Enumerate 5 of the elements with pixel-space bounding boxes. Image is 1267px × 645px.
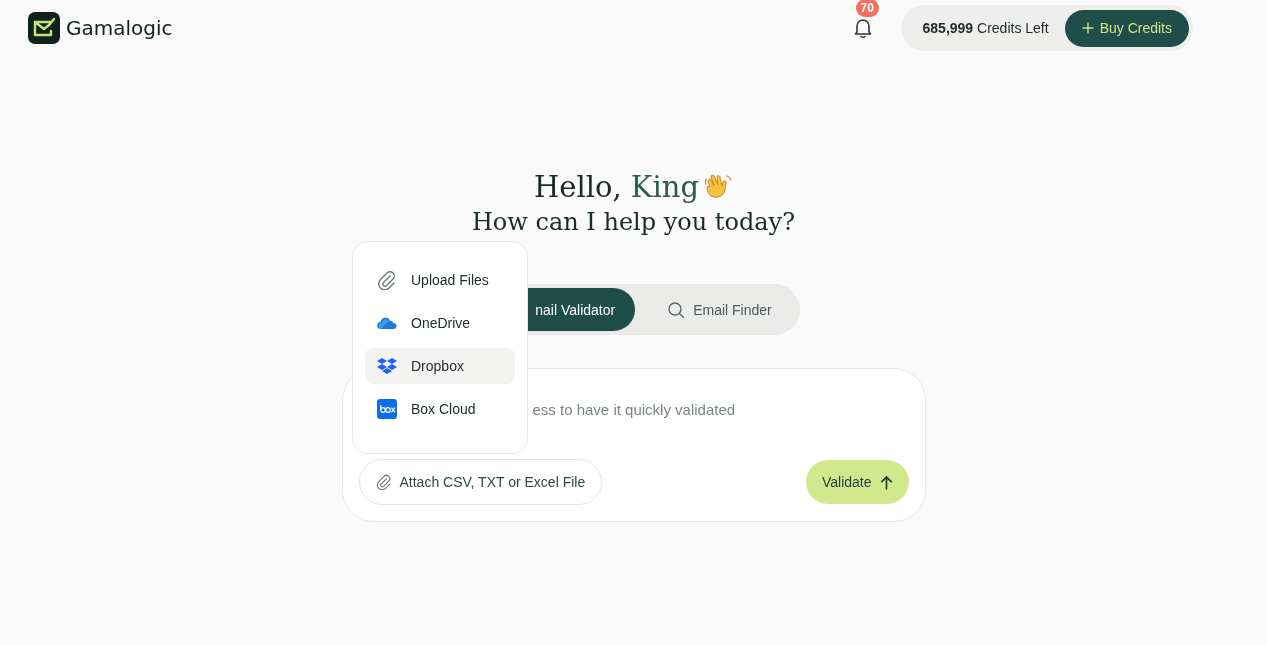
- subtitle: How can I help you today?: [471, 208, 796, 236]
- brand-name: Gamalogic: [66, 16, 173, 40]
- credits-text: 685,999 Credits Left: [922, 20, 1049, 36]
- greeting-text: Hello, King: [533, 170, 700, 204]
- notification-badge: 70: [855, 0, 879, 17]
